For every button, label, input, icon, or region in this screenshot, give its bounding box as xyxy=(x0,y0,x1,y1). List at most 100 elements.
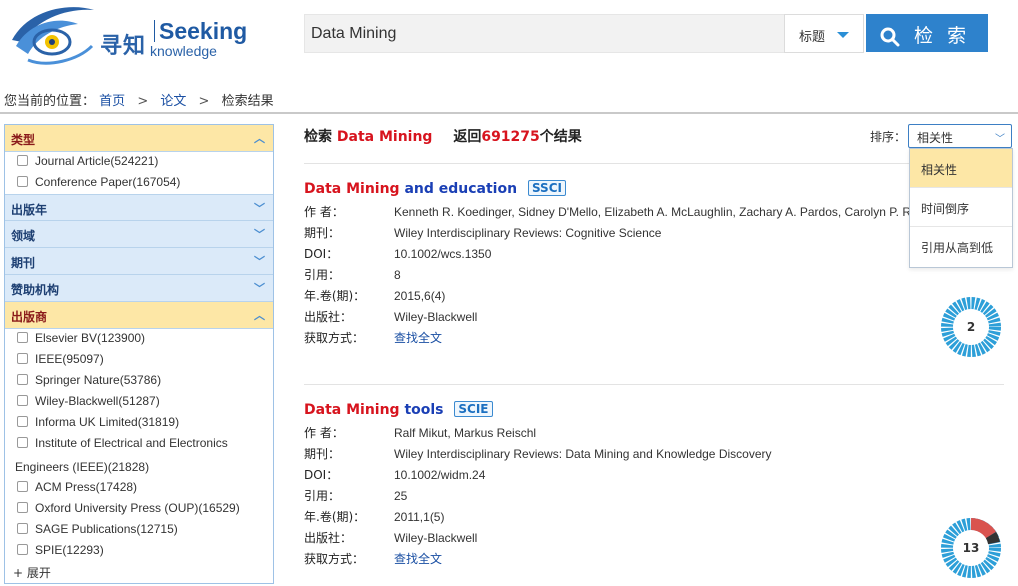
facet-expand-link[interactable]: + 展开 xyxy=(5,562,273,583)
facet-header-label: 赞助机构 xyxy=(11,283,60,297)
search-button[interactable]: 检 索 xyxy=(866,14,988,52)
result-doi: DOI： 10.1002/wcs.1350 xyxy=(304,247,492,261)
facet-header-funder[interactable]: 赞助机构 ﹀ xyxy=(5,275,273,302)
checkbox[interactable] xyxy=(17,544,28,555)
facet-option-label: Informa UK Limited(31819) xyxy=(35,415,180,429)
facet-option[interactable]: Informa UK Limited(31819) xyxy=(5,413,273,434)
altmetric-donut[interactable]: 2 xyxy=(939,295,1003,359)
facet-header-label: 出版商 xyxy=(11,310,48,324)
sort-selected: 相关性 xyxy=(917,131,954,145)
logo-subtext: knowledge xyxy=(150,43,217,59)
breadcrumb-prefix: 您当前的位置： xyxy=(4,94,96,109)
result-title-highlight: Data Mining xyxy=(304,181,400,197)
facet-option[interactable]: Springer Nature(53786) xyxy=(5,371,273,392)
facet-header-type[interactable]: 类型 ︿ xyxy=(5,125,273,152)
checkbox[interactable] xyxy=(17,353,28,364)
facet-option[interactable]: SPIE(12293) xyxy=(5,541,273,562)
facet-option-continued: Engineers (IEEE)(21828) xyxy=(15,460,150,474)
breadcrumb-separator: > xyxy=(137,94,149,109)
checkbox[interactable] xyxy=(17,502,28,513)
facet-header-label: 期刊 xyxy=(11,256,36,270)
facet-header-label: 类型 xyxy=(11,133,36,147)
search-icon xyxy=(880,27,900,46)
checkbox[interactable] xyxy=(17,332,28,343)
sort-label: 排序： xyxy=(870,130,907,144)
facet-option-label: Conference Paper(167054) xyxy=(35,175,181,189)
checkbox[interactable] xyxy=(17,437,28,448)
chevron-down-icon: ﹀ xyxy=(254,228,265,241)
chevron-down-icon: ﹀ xyxy=(254,202,265,215)
facet-option[interactable]: IEEE(95097) xyxy=(5,350,273,371)
sort-option-most-cited[interactable]: 引用从高到低 xyxy=(910,227,1012,266)
facet-header-field[interactable]: 领域 ﹀ xyxy=(5,221,273,248)
sort-option-newest[interactable]: 时间倒序 xyxy=(910,188,1012,227)
checkbox[interactable] xyxy=(17,176,28,187)
search-field-select[interactable]: 标题 xyxy=(784,14,864,53)
results-suffix: 个结果 xyxy=(539,129,582,145)
result-doi: DOI： 10.1002/widm.24 xyxy=(304,468,486,482)
index-badge: SCIE xyxy=(454,401,493,417)
checkbox[interactable] xyxy=(17,523,28,534)
facet-option[interactable]: Journal Article(524221) xyxy=(5,152,273,173)
result-publisher: 出版社： Wiley-Blackwell xyxy=(304,310,478,324)
sort-option-relevance[interactable]: 相关性 xyxy=(910,149,1012,188)
results-count: 691275 xyxy=(481,129,540,145)
checkbox[interactable] xyxy=(17,395,28,406)
result-title-rest: and education xyxy=(399,181,518,197)
breadcrumb-papers-link[interactable]: 论文 xyxy=(160,94,186,109)
breadcrumb-current: 检索结果 xyxy=(221,94,274,109)
result-volume: 年.卷(期)： 2011,1(5) xyxy=(304,510,445,524)
facet-option[interactable]: Elsevier BV(123900) xyxy=(5,329,273,350)
result-title[interactable]: Data Mining tools SCIE xyxy=(304,401,1004,423)
facet-option[interactable]: ACM Press(17428) xyxy=(5,478,273,499)
result-item: Data Mining tools SCIE 作 者： Ralf Mikut, M… xyxy=(304,401,1004,570)
results-query: Data Mining xyxy=(336,129,433,145)
result-title[interactable]: Data Mining and education SSCI xyxy=(304,180,1004,202)
facet-option-label: Elsevier BV(123900) xyxy=(35,331,146,345)
search-input[interactable]: Data Mining xyxy=(304,14,786,53)
find-fulltext-link[interactable]: 查找全文 xyxy=(394,331,442,345)
facet-option[interactable]: SAGE Publications(12715) xyxy=(5,520,273,541)
checkbox[interactable] xyxy=(17,481,28,492)
chevron-up-icon: ︿ xyxy=(254,132,265,145)
sort-dropdown-menu: 相关性 时间倒序 引用从高到低 xyxy=(909,148,1013,268)
checkbox[interactable] xyxy=(17,155,28,166)
header-divider xyxy=(0,112,1018,114)
result-citations: 引用： 8 xyxy=(304,268,401,282)
result-item: Data Mining and education SSCI 作 者： Kenne… xyxy=(304,180,1004,349)
facet-option[interactable]: Conference Paper(167054) xyxy=(5,173,273,194)
altmetric-score: 2 xyxy=(966,320,976,334)
facet-header-year[interactable]: 出版年 ﹀ xyxy=(5,194,273,221)
facet-option[interactable]: Oxford University Press (OUP)(16529) xyxy=(5,499,273,520)
result-authors: 作 者： Kenneth R. Koedinger, Sidney D'Mello… xyxy=(304,205,912,219)
facet-option-label: SAGE Publications(12715) xyxy=(35,522,178,536)
result-access: 获取方式： 查找全文 xyxy=(304,331,443,345)
breadcrumb-home-link[interactable]: 首页 xyxy=(99,94,125,109)
result-journal: 期刊： Wiley Interdisciplinary Reviews: Data… xyxy=(304,447,772,461)
sort-select[interactable]: 相关性 ﹀ xyxy=(908,124,1012,148)
facet-option[interactable]: Institute of Electrical and Electronics xyxy=(5,434,273,455)
results-divider xyxy=(304,384,1004,385)
facet-option-label: ACM Press(17428) xyxy=(35,480,138,494)
results-returned: 返回 xyxy=(453,129,482,145)
chevron-down-icon: ﹀ xyxy=(254,282,265,295)
altmetric-score: 13 xyxy=(962,541,980,555)
facet-option-label: Oxford University Press (OUP)(16529) xyxy=(35,501,240,515)
result-journal: 期刊： Wiley Interdisciplinary Reviews: Cogn… xyxy=(304,226,662,240)
facet-option-label: Springer Nature(53786) xyxy=(35,373,162,387)
facet-option-label: Wiley-Blackwell(51287) xyxy=(35,394,160,408)
facet-header-publisher[interactable]: 出版商 ︿ xyxy=(5,302,273,329)
altmetric-donut[interactable]: 13 xyxy=(939,516,1003,580)
facet-sidebar: 类型 ︿ Journal Article(524221) Conference … xyxy=(4,124,274,584)
facet-option[interactable]: Wiley-Blackwell(51287) xyxy=(5,392,273,413)
find-fulltext-link[interactable]: 查找全文 xyxy=(394,552,442,566)
results-summary: 检索 Data Mining 返回691275个结果 xyxy=(304,126,582,146)
chevron-up-icon: ︿ xyxy=(254,309,265,322)
site-logo[interactable]: 寻知 Seeking knowledge xyxy=(8,2,247,68)
breadcrumb: 您当前的位置： 首页 > 论文 > 检索结果 xyxy=(4,90,274,109)
facet-option-label: Institute of Electrical and Electronics xyxy=(35,436,228,450)
checkbox[interactable] xyxy=(17,416,28,427)
facet-header-journal[interactable]: 期刊 ﹀ xyxy=(5,248,273,275)
eye-logo-icon xyxy=(12,7,94,65)
checkbox[interactable] xyxy=(17,374,28,385)
